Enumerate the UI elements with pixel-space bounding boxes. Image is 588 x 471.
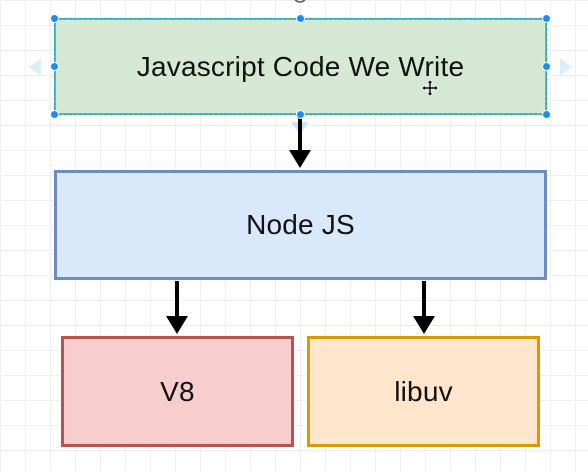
resize-handle-top[interactable] bbox=[296, 14, 305, 23]
node-label: libuv bbox=[394, 375, 453, 407]
resize-handle-left[interactable] bbox=[50, 62, 59, 71]
node-v8[interactable]: V8 bbox=[61, 336, 294, 447]
resize-handle-top-left[interactable] bbox=[50, 14, 59, 23]
diagram-canvas[interactable]: Javascript Code We Write Node JS V8 libu… bbox=[0, 0, 588, 471]
hover-arrow-left-icon[interactable] bbox=[29, 58, 41, 76]
resize-handle-right[interactable] bbox=[542, 62, 551, 71]
resize-handle-bottom-right[interactable] bbox=[542, 110, 551, 119]
resize-handle-bottom-left[interactable] bbox=[50, 110, 59, 119]
node-label: Javascript Code We Write bbox=[136, 50, 465, 82]
node-label: V8 bbox=[160, 375, 195, 407]
hover-arrow-right-icon[interactable] bbox=[560, 58, 572, 76]
rotate-handle-icon[interactable] bbox=[291, 0, 309, 6]
resize-handle-bottom[interactable] bbox=[296, 110, 305, 119]
node-javascript-code[interactable]: Javascript Code We Write bbox=[54, 18, 547, 115]
resize-handle-top-right[interactable] bbox=[542, 14, 551, 23]
node-nodejs[interactable]: Node JS bbox=[54, 170, 547, 280]
edge-nodejs-to-v8[interactable] bbox=[166, 281, 188, 334]
node-libuv[interactable]: libuv bbox=[307, 336, 540, 447]
node-label: Node JS bbox=[246, 209, 355, 240]
move-cursor-icon bbox=[422, 80, 438, 96]
edge-nodejs-to-libuv[interactable] bbox=[413, 281, 435, 334]
